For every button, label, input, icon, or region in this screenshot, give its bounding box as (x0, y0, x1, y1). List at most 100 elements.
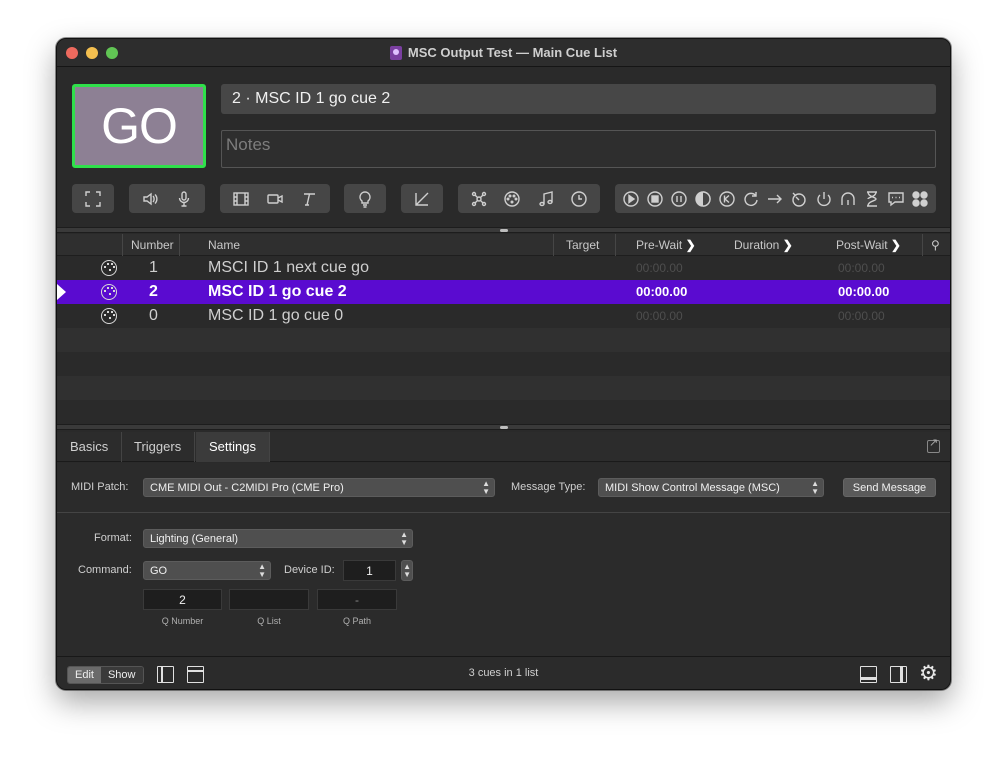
fade-icon[interactable] (410, 187, 434, 211)
goto-icon[interactable] (763, 187, 787, 211)
music-note-icon[interactable] (534, 187, 558, 211)
popout-icon[interactable] (927, 436, 940, 453)
stepper-arrows-icon: ▲ ▼ (400, 530, 408, 547)
chevron-right-icon: ❯ (685, 238, 696, 252)
midi-patch-value: CME MIDI Out - C2MIDI Pro (CME Pro) (150, 482, 344, 494)
close-window-button[interactable] (66, 47, 78, 59)
continue-icon: ⚲ (931, 238, 940, 252)
cue-postwait: 00:00.00 (838, 261, 885, 275)
command-select[interactable]: GO ▲ ▼ (143, 561, 271, 580)
chevron-right-icon: ❯ (890, 238, 901, 252)
command-label: Command: (78, 564, 132, 576)
midi-patch-select[interactable]: CME MIDI Out - C2MIDI Pro (CME Pro) ▲ ▼ (143, 478, 495, 497)
device-id-field[interactable]: 1 (343, 560, 396, 581)
message-type-value: MIDI Show Control Message (MSC) (605, 482, 780, 494)
clock-icon[interactable] (567, 187, 591, 211)
cue-name: MSC ID 1 go cue 2 (208, 283, 347, 300)
top-split-handle[interactable] (57, 227, 950, 233)
tab-settings[interactable]: Settings (196, 432, 270, 462)
camera-icon[interactable] (263, 187, 287, 211)
midi-icon (101, 284, 117, 300)
stepper-arrows-icon: ▲ ▼ (482, 479, 490, 496)
arc-icon[interactable] (836, 187, 860, 211)
col-number[interactable]: Number (122, 234, 179, 256)
notes-field[interactable]: Notes (221, 130, 936, 168)
empty-row (57, 400, 950, 424)
table-row[interactable]: 1 MSCI ID 1 next cue go 00:00.00 00:00.0… (57, 256, 950, 280)
restart-icon[interactable] (739, 187, 763, 211)
cue-number: 1 (149, 259, 158, 276)
midi-icon (101, 260, 117, 276)
bottom-split-handle[interactable] (57, 424, 950, 430)
pause-icon[interactable] (667, 187, 691, 211)
message-type-select[interactable]: MIDI Show Control Message (MSC) ▲ ▼ (598, 478, 824, 497)
device-id-label: Device ID: (284, 564, 335, 576)
target-icon[interactable] (787, 187, 811, 211)
speaker-icon[interactable] (138, 187, 162, 211)
settings-panel: MIDI Patch: CME MIDI Out - C2MIDI Pro (C… (57, 463, 950, 656)
send-message-button[interactable]: Send Message (843, 478, 936, 497)
status-text: 3 cues in 1 list (468, 667, 539, 679)
col-continue[interactable]: ⚲ (922, 234, 950, 256)
group-icon[interactable] (908, 187, 932, 211)
go-button[interactable]: GO (72, 84, 206, 168)
col-duration-label: Duration (734, 238, 780, 252)
cue-table: Number Name Target Pre-Wait ❯ Duration ❯… (57, 234, 950, 426)
play-icon[interactable] (619, 187, 643, 211)
divider (57, 512, 950, 513)
toolbar-group-fade (401, 184, 443, 213)
format-select[interactable]: Lighting (General) ▲ ▼ (143, 529, 413, 548)
inspector-bottom-icon[interactable] (860, 666, 877, 683)
microphone-icon[interactable] (172, 187, 196, 211)
text-icon[interactable] (297, 187, 321, 211)
q-number-label: Q Number (161, 616, 204, 626)
cue-table-header: Number Name Target Pre-Wait ❯ Duration ❯… (57, 234, 950, 256)
title-bar: MSC Output Test — Main Cue List (57, 39, 950, 67)
minimize-window-button[interactable] (86, 47, 98, 59)
tab-triggers[interactable]: Triggers (121, 432, 196, 462)
network-icon[interactable] (467, 187, 491, 211)
film-icon[interactable] (229, 187, 253, 211)
col-duration[interactable]: Duration ❯ (712, 234, 812, 256)
col-target[interactable]: Target (553, 234, 615, 256)
cue-number: 0 (149, 307, 158, 324)
gear-icon[interactable]: ⚙ (919, 661, 938, 686)
cue-prewait: 00:00.00 (636, 261, 683, 275)
load-icon[interactable] (691, 187, 715, 211)
col-name[interactable]: Name (179, 234, 553, 256)
memo-icon[interactable] (884, 187, 908, 211)
footer-bar: Edit Show 3 cues in 1 list ⚙ (57, 656, 950, 689)
midi-icon (101, 308, 117, 324)
toolbar-group-display (72, 184, 114, 213)
reset-icon[interactable] (715, 187, 739, 211)
zoom-window-button[interactable] (106, 47, 118, 59)
cue-name: MSCI ID 1 next cue go (208, 259, 369, 276)
lightbulb-icon[interactable] (353, 187, 377, 211)
power-icon[interactable] (812, 187, 836, 211)
q-number-field[interactable]: 2 (143, 589, 222, 610)
q-path-field[interactable]: - (317, 589, 397, 610)
window-title: MSC Output Test — Main Cue List (407, 45, 618, 60)
window-title-group: MSC Output Test — Main Cue List (389, 45, 618, 60)
device-id-stepper[interactable]: ▲ ▼ (401, 560, 413, 581)
tab-basics[interactable]: Basics (57, 432, 123, 462)
stop-icon[interactable] (643, 187, 667, 211)
q-list-field[interactable] (229, 589, 309, 610)
stepper-arrows-icon: ▲ ▼ (258, 562, 266, 579)
toolbar-group-light (344, 184, 386, 213)
format-value: Lighting (General) (150, 533, 239, 545)
midi-patch-label: MIDI Patch: (71, 481, 129, 493)
cue-name-field[interactable]: 2 · MSC ID 1 go cue 2 (221, 84, 936, 114)
col-postwait[interactable]: Post-Wait ❯ (812, 234, 922, 256)
command-value: GO (150, 565, 168, 577)
table-row[interactable]: 0 MSC ID 1 go cue 0 00:00.00 00:00.00 (57, 304, 950, 328)
table-row-selected[interactable]: 2 MSC ID 1 go cue 2 00:00.00 00:00.00 (57, 280, 950, 304)
midi-icon[interactable] (500, 187, 524, 211)
wait-icon[interactable] (860, 187, 884, 211)
toolbar-group-video (220, 184, 330, 213)
q-path-label: Q Path (342, 616, 371, 626)
sidebar-right-icon[interactable] (890, 666, 907, 683)
empty-row (57, 352, 950, 376)
fullscreen-icon[interactable] (81, 187, 105, 211)
col-prewait[interactable]: Pre-Wait ❯ (615, 234, 712, 256)
